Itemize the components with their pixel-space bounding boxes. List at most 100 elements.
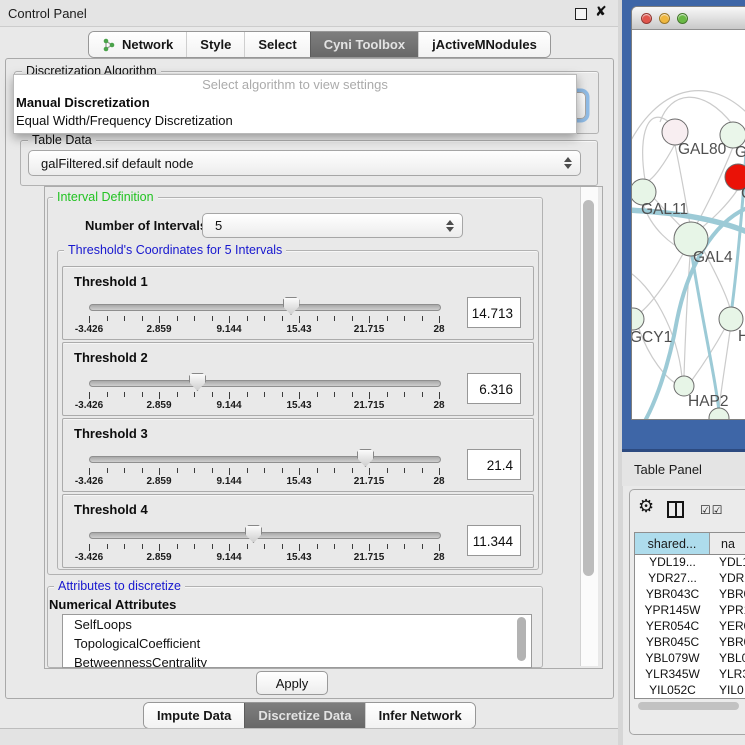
table-row[interactable]: YBR045CYBR0 [635,635,745,651]
tab-select[interactable]: Select [244,32,309,57]
slider-track[interactable] [89,380,441,387]
tick-mark [177,468,178,473]
horizontal-scrollbar-thumb[interactable] [638,702,739,710]
tick-mark [247,544,248,549]
tab-impute-data[interactable]: Impute Data [144,703,244,728]
column-header[interactable]: shared... [635,533,710,554]
checkbox-icons[interactable]: ☑☑ [700,503,724,517]
tab-discretize-data[interactable]: Discretize Data [244,703,364,728]
tick-mark [177,316,178,321]
tick-mark [142,392,143,397]
tab-jactivemnodules[interactable]: jActiveMNodules [418,32,550,57]
list-scrollbar-thumb[interactable] [517,617,526,661]
table-row[interactable]: YPR145WYPR1 [635,603,745,619]
close-icon[interactable]: ✘ [595,3,607,20]
node-label: GCY1 [632,329,672,346]
table-row[interactable]: YBL079WYBL0 [635,651,745,667]
threshold-value-field[interactable]: 6.316 [467,373,521,404]
tick-mark [282,392,283,397]
slider-thumb[interactable] [283,297,300,315]
tick-label: 9.144 [216,476,241,487]
tick-mark [439,392,440,399]
tick-mark [422,316,423,321]
table-cell: YDL1 [710,555,745,571]
tick-label: 2.859 [146,476,171,487]
tab-label: Cyni Toolbox [324,37,405,52]
tab-style[interactable]: Style [186,32,244,57]
tick-mark [299,544,300,551]
slider-track[interactable] [89,456,441,463]
slider-thumb[interactable] [245,525,262,543]
threshold-row: Threshold 4-3.4262.8599.14415.4321.71528… [62,494,534,568]
table-row[interactable]: YLR345WYLR3 [635,667,745,683]
columns-icon[interactable] [667,501,684,518]
column-header[interactable]: na [710,533,745,554]
tick-mark [369,544,370,551]
tick-mark [264,544,265,549]
list-item[interactable]: TopologicalCoefficient [63,634,531,653]
tick-mark [282,316,283,321]
threshold-value-field[interactable]: 21.4 [467,449,521,480]
minimize-traffic-light-icon[interactable] [659,13,670,24]
tab-label: Infer Network [379,708,462,723]
gear-icon[interactable]: ⚙ [638,496,654,517]
vertical-scrollbar-thumb[interactable] [583,200,594,576]
combo-stepper-icon [564,157,572,169]
float-window-icon[interactable] [575,8,587,20]
tick-mark [124,544,125,549]
table-header-row: shared...na [635,533,745,555]
table-cell: YLR3 [710,667,745,683]
threshold-row: Threshold 1-3.4262.8599.14415.4321.71528… [62,266,534,340]
tick-mark [124,468,125,473]
slider-tick-labels: -3.4262.8599.14415.4321.71528 [89,552,439,564]
table-cell: YDL19... [635,555,710,571]
threshold-value-field[interactable]: 14.713 [467,297,521,328]
table-cell: YER0 [710,619,745,635]
zoom-traffic-light-icon[interactable] [677,13,688,24]
threshold-value-field[interactable]: 11.344 [467,525,521,556]
slider-ticks [89,468,439,476]
slider-track[interactable] [89,532,441,539]
tick-label: -3.426 [75,476,103,487]
table-row[interactable]: YBR043CYBR0 [635,587,745,603]
table-panel-header: Table Panel [622,452,745,486]
table-data-select[interactable]: galFiltered.sif default node [28,150,581,176]
tick-mark [317,468,318,473]
tick-mark [404,468,405,473]
slider-tick-labels: -3.4262.8599.14415.4321.71528 [89,476,439,488]
table-row[interactable]: YER054CYER0 [635,619,745,635]
network-canvas[interactable]: GAL80GAGAL11CGAL4GCY1HHAP2 [632,30,745,419]
node-attribute-table[interactable]: shared...na YDL19...YDL1YDR27...YDR2YBR0… [634,532,745,699]
list-item[interactable]: SelfLoops [63,615,531,634]
slider-thumb[interactable] [357,449,374,467]
slider-thumb[interactable] [189,373,206,391]
apply-button[interactable]: Apply [256,671,328,695]
network-view-window: GAL80GAGAL11CGAL4GCY1HHAP2 [631,6,745,420]
slider-track[interactable] [89,304,441,311]
network-icon [102,38,116,52]
number-of-intervals-select[interactable]: 5 [202,213,463,238]
list-item[interactable]: BetweennessCentrality [63,653,531,668]
tick-mark [334,316,335,321]
table-row[interactable]: YDR27...YDR2 [635,571,745,587]
tick-mark [89,544,90,551]
panel-title: Control Panel [8,6,87,21]
close-traffic-light-icon[interactable] [641,13,652,24]
tick-mark [212,544,213,549]
tab-cyni-toolbox[interactable]: Cyni Toolbox [310,32,418,57]
table-cell: YBL079W [635,651,710,667]
popup-header: Select algorithm to view settings [14,75,576,94]
tick-mark [264,392,265,397]
numerical-attributes-list[interactable]: SelfLoopsTopologicalCoefficientBetweenne… [62,614,532,668]
tab-label: Impute Data [157,708,231,723]
algorithm-option[interactable]: Manual Discretization [14,94,576,112]
tab-network[interactable]: Network [89,32,186,57]
algorithm-option[interactable]: Equal Width/Frequency Discretization [14,112,576,130]
table-row[interactable]: YDL19...YDL1 [635,555,745,571]
control-panel-window: Control Panel ✘ NetworkStyleSelect Cyni T… [0,0,619,745]
tab-infer-network[interactable]: Infer Network [365,703,475,728]
tick-mark [194,392,195,397]
table-row[interactable]: YIL052CYIL0 [635,683,745,699]
threshold-label: Threshold 3 [74,426,148,441]
tick-label: 2.859 [146,324,171,335]
